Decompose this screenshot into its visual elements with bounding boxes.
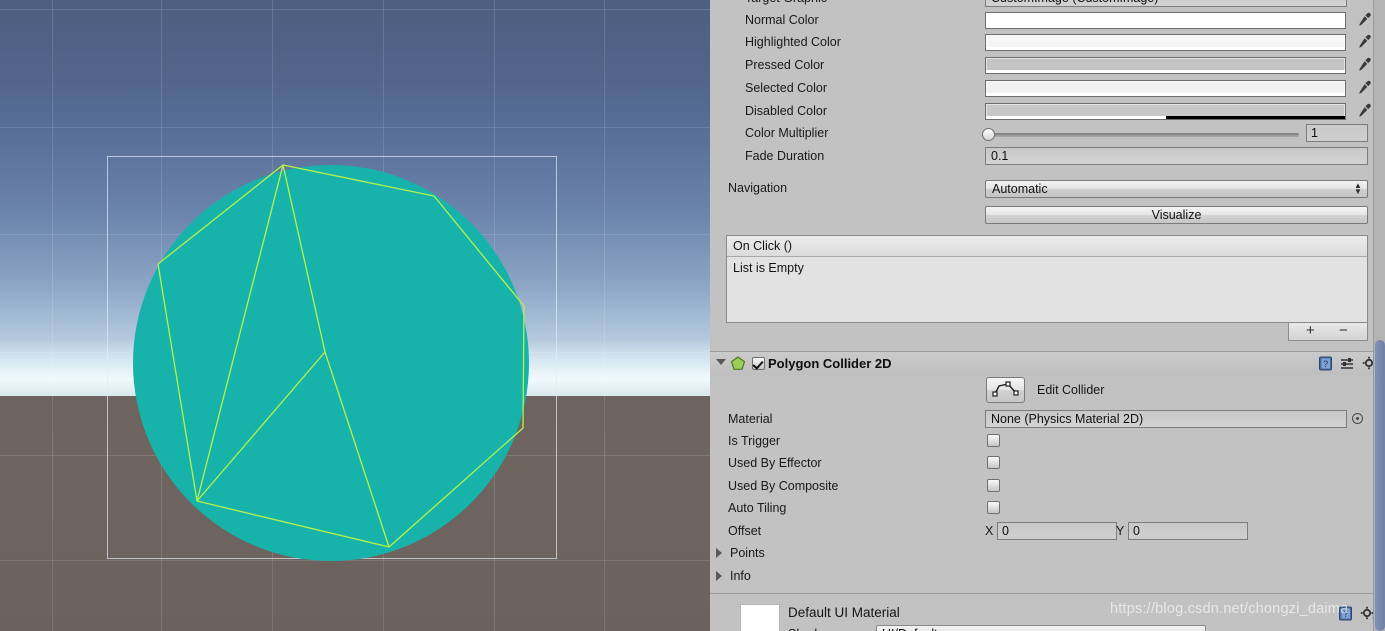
used-by-effector-checkbox[interactable] — [987, 456, 1000, 469]
highlighted-color-label: Highlighted Color — [745, 35, 841, 49]
help-book-icon[interactable]: ? — [1318, 356, 1333, 374]
pressed-color-label: Pressed Color — [745, 58, 825, 72]
polygon-collider-gizmo[interactable] — [0, 0, 710, 631]
navigation-value: Automatic — [992, 182, 1048, 196]
shader-dropdown[interactable]: UI/Default — [876, 625, 1206, 631]
offset-label: Offset — [728, 524, 762, 538]
eyedropper-icon[interactable] — [1355, 102, 1371, 120]
inspector-scrollbar-thumb[interactable] — [1375, 340, 1385, 631]
material-name: Default UI Material — [788, 605, 900, 620]
field-used-by-composite[interactable]: Used By Composite — [710, 476, 1385, 499]
field-offset[interactable]: Offset X 0 Y 0 — [710, 521, 1385, 544]
polygon-collider-title: Polygon Collider 2D — [768, 356, 892, 371]
color-multiplier-slider[interactable] — [987, 133, 1299, 137]
field-used-by-effector[interactable]: Used By Effector — [710, 453, 1385, 476]
edit-collider-label: Edit Collider — [1037, 383, 1105, 397]
field-pressed-color[interactable]: Pressed Color — [710, 55, 1385, 78]
disabled-color-label: Disabled Color — [745, 104, 827, 118]
field-normal-color[interactable]: Normal Color — [710, 10, 1385, 33]
chevron-right-icon[interactable] — [716, 571, 722, 581]
normal-color-label: Normal Color — [745, 13, 819, 27]
foldout-points[interactable]: Points — [710, 543, 1385, 566]
inspector-scrollbar[interactable] — [1373, 0, 1385, 631]
field-navigation[interactable]: Navigation Automatic ▲ ▼ — [710, 178, 1385, 201]
eyedropper-icon[interactable] — [1355, 56, 1371, 74]
component-header-polygon-collider-2d[interactable]: Polygon Collider 2D ? — [710, 351, 1385, 375]
eyedropper-icon[interactable] — [1355, 11, 1371, 29]
add-listener-button[interactable]: + — [1306, 322, 1315, 340]
scene-view[interactable] — [0, 0, 710, 631]
field-color-multiplier[interactable]: Color Multiplier 1 — [710, 123, 1385, 146]
used-by-effector-label: Used By Effector — [728, 456, 822, 470]
polygon-collider-enabled-checkbox[interactable] — [752, 357, 765, 370]
offset-y-label: Y — [1116, 524, 1125, 538]
navigation-dropdown[interactable]: Automatic ▲ ▼ — [985, 180, 1368, 198]
field-is-trigger[interactable]: Is Trigger — [710, 431, 1385, 454]
preset-icon[interactable] — [1340, 356, 1355, 374]
material-preview-thumbnail — [740, 604, 780, 631]
polygon-collider-icon — [730, 356, 746, 372]
highlighted-color-swatch[interactable] — [985, 34, 1346, 51]
target-graphic-label: Target Graphic — [745, 0, 827, 5]
normal-color-swatch[interactable] — [985, 12, 1346, 29]
offset-x-input[interactable]: 0 — [997, 522, 1117, 540]
eyedropper-icon[interactable] — [1355, 79, 1371, 97]
fade-duration-label: Fade Duration — [745, 149, 825, 163]
info-label: Info — [730, 569, 751, 583]
shader-label: Shader — [788, 627, 828, 631]
collider-material-value[interactable]: None (Physics Material 2D) — [985, 410, 1347, 428]
on-click-add-remove-bar[interactable]: + − — [1288, 322, 1368, 341]
color-multiplier-label: Color Multiplier — [745, 126, 829, 140]
watermark-text: https://blog.csdn.net/chongzi_daima — [1110, 601, 1349, 617]
is-trigger-checkbox[interactable] — [987, 434, 1000, 447]
target-graphic-value[interactable]: CustomImage (CustomImage) — [985, 0, 1347, 7]
color-multiplier-slider-handle[interactable] — [982, 128, 995, 141]
points-label: Points — [730, 546, 765, 560]
foldout-info[interactable]: Info — [710, 566, 1385, 589]
edit-collider-button[interactable] — [986, 377, 1025, 403]
field-auto-tiling[interactable]: Auto Tiling — [710, 498, 1385, 521]
foldout-arrow-icon[interactable] — [716, 359, 726, 365]
field-highlighted-color[interactable]: Highlighted Color — [710, 32, 1385, 55]
disabled-color-swatch[interactable] — [985, 103, 1346, 120]
used-by-composite-checkbox[interactable] — [987, 479, 1000, 492]
chevron-right-icon[interactable] — [716, 548, 722, 558]
field-fade-duration[interactable]: Fade Duration 0.1 — [710, 146, 1385, 169]
inspector-panel[interactable]: Target Graphic CustomImage (CustomImage)… — [710, 0, 1385, 631]
fade-duration-value[interactable]: 0.1 — [985, 147, 1368, 165]
used-by-composite-label: Used By Composite — [728, 479, 839, 493]
offset-y-input[interactable]: 0 — [1128, 522, 1248, 540]
chevron-updown-icon: ▲ ▼ — [1354, 181, 1362, 196]
auto-tiling-checkbox[interactable] — [987, 501, 1000, 514]
eyedropper-icon[interactable] — [1355, 33, 1371, 51]
on-click-header: On Click () — [727, 236, 1367, 257]
field-collider-material[interactable]: Material None (Physics Material 2D) — [710, 409, 1385, 432]
color-multiplier-value[interactable]: 1 — [1306, 124, 1368, 142]
auto-tiling-label: Auto Tiling — [728, 501, 787, 515]
remove-listener-button[interactable]: − — [1339, 322, 1348, 340]
field-selected-color[interactable]: Selected Color — [710, 78, 1385, 101]
navigation-label: Navigation — [728, 181, 788, 195]
pressed-color-swatch[interactable] — [985, 57, 1346, 74]
svg-text:?: ? — [1323, 359, 1328, 369]
is-trigger-label: Is Trigger — [728, 434, 781, 448]
on-click-empty-text: List is Empty — [733, 261, 804, 275]
collider-material-label: Material — [728, 412, 773, 426]
object-picker-icon[interactable] — [1352, 413, 1363, 424]
field-target-graphic[interactable]: Target Graphic CustomImage (CustomImage) — [710, 0, 1385, 11]
visualize-button[interactable]: Visualize — [985, 206, 1368, 224]
selected-color-swatch[interactable] — [985, 80, 1346, 97]
field-disabled-color[interactable]: Disabled Color — [710, 101, 1385, 124]
offset-x-label: X — [985, 524, 994, 538]
row-edit-collider[interactable]: Edit Collider — [710, 375, 1385, 405]
selected-color-label: Selected Color — [745, 81, 827, 95]
